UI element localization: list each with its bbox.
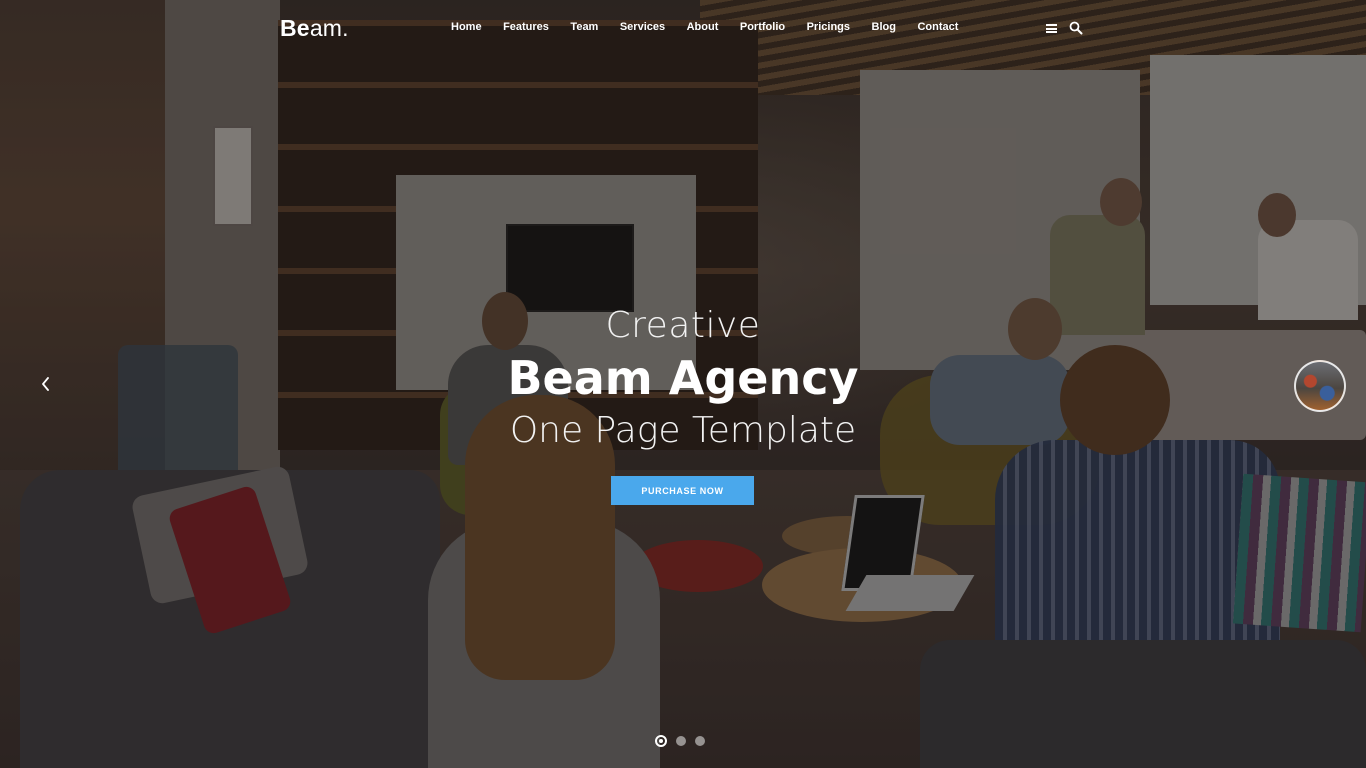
nav-item-team[interactable]: Team xyxy=(570,21,598,33)
hero-tagline: One Page Template xyxy=(509,410,857,451)
hero-subtitle-creative: Creative xyxy=(605,305,761,346)
nav-item-blog[interactable]: Blog xyxy=(872,21,896,33)
nav-link-about[interactable]: About xyxy=(687,21,719,33)
nav-item-portfolio[interactable]: Portfolio xyxy=(740,21,785,33)
hero-title: Beam Agency xyxy=(507,351,859,405)
chevron-left-icon[interactable] xyxy=(38,374,54,394)
slide-dot-2[interactable] xyxy=(676,736,686,746)
next-slide-thumbnail[interactable] xyxy=(1294,360,1346,412)
slide-dot-1[interactable] xyxy=(655,735,667,747)
nav-link-blog[interactable]: Blog xyxy=(872,21,896,33)
logo-rest-text: am. xyxy=(309,15,349,41)
nav-item-services[interactable]: Services xyxy=(620,21,665,33)
nav-link-services[interactable]: Services xyxy=(620,21,665,33)
nav-link-portfolio[interactable]: Portfolio xyxy=(740,21,785,33)
nav-link-team[interactable]: Team xyxy=(570,21,598,33)
slide-dot-3[interactable] xyxy=(695,736,705,746)
nav-link-contact[interactable]: Contact xyxy=(917,21,958,33)
brand-logo[interactable]: Beam. xyxy=(280,15,349,42)
nav-item-about[interactable]: About xyxy=(687,21,719,33)
main-nav: Home Features Team Services About Portfo… xyxy=(451,21,980,33)
search-icon[interactable] xyxy=(1069,21,1083,35)
hamburger-menu-icon[interactable] xyxy=(1046,24,1057,33)
logo-bold-text: Be xyxy=(280,15,310,41)
slider-pagination xyxy=(655,735,705,747)
purchase-now-button[interactable]: PURCHASE NOW xyxy=(611,476,754,505)
nav-item-contact[interactable]: Contact xyxy=(917,21,958,33)
nav-item-home[interactable]: Home xyxy=(451,21,482,33)
nav-link-features[interactable]: Features xyxy=(503,21,549,33)
hero-content: Creative Beam Agency One Page Template xyxy=(0,300,1366,458)
nav-link-home[interactable]: Home xyxy=(451,21,482,33)
nav-item-features[interactable]: Features xyxy=(503,21,549,33)
nav-link-pricings[interactable]: Pricings xyxy=(807,21,850,33)
nav-item-pricings[interactable]: Pricings xyxy=(807,21,850,33)
